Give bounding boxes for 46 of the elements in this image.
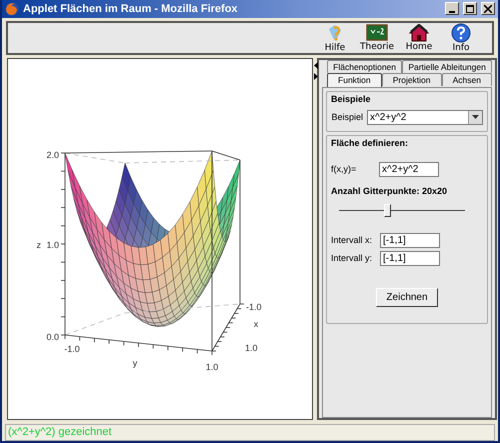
grid-points-slider[interactable] (339, 204, 465, 217)
field-label: Intervall y: (331, 252, 372, 264)
axis-label: x (254, 318, 258, 329)
axis-label: y (132, 358, 138, 368)
group-title: Beispiele (331, 94, 372, 104)
axis-tick-label: 1.0 (245, 342, 258, 353)
status-text: (x^2+y^2) gezeichnet (8, 426, 112, 438)
tab[interactable]: Flächenoptionen (327, 60, 402, 73)
axis-tick-label: 1.0 (206, 362, 218, 372)
interval-input[interactable]: [-1,1] (380, 232, 440, 248)
chalkboard-icon (366, 24, 388, 42)
minimize-icon (449, 10, 455, 13)
window-title: Applet Flächen im Raum - Mozilla Firefox (23, 2, 239, 15)
axis-tick-label: 1.0 (46, 240, 59, 250)
dropdown-arrow-icon (472, 115, 479, 120)
interval-input[interactable]: [-1,1] (380, 250, 440, 266)
info-question-icon (451, 22, 471, 43)
toolbar-button[interactable]: Info (444, 22, 478, 53)
tab[interactable]: Funktion (327, 72, 382, 87)
slider-thumb[interactable] (384, 204, 391, 217)
function-input[interactable]: x^2+y^2 (379, 162, 439, 177)
tab[interactable]: Projektion (382, 72, 442, 86)
group-title: Fläche definieren: (331, 138, 410, 148)
draw-button[interactable]: Zeichnen (376, 288, 438, 307)
firefox-icon (5, 2, 19, 16)
field-label: Beispiel (331, 111, 363, 124)
axis-tick-label: -1.0 (64, 344, 80, 354)
axis-tick-label: 2.0 (46, 150, 59, 160)
toolbar-button[interactable]: Hilfe (318, 22, 352, 53)
minimize-button[interactable] (445, 2, 459, 16)
tab[interactable]: Partielle Ableitungen (402, 60, 492, 73)
toolbar-button[interactable]: Theorie (360, 24, 394, 52)
tab[interactable]: Achsen (442, 72, 492, 86)
field-label: f(x,y)= (331, 163, 358, 176)
close-icon (484, 4, 492, 13)
axis-label: z (36, 240, 41, 250)
axis-tick-label: -1.0 (246, 302, 262, 312)
house-icon (409, 24, 429, 42)
grid-points-label: Anzahl Gitterpunkte: 20x20 (331, 186, 448, 196)
toolbar-button[interactable]: Home (402, 24, 436, 52)
close-button[interactable] (481, 2, 495, 16)
maximize-button[interactable] (463, 2, 477, 16)
example-dropdown[interactable]: x^2+y^2 (367, 110, 483, 125)
maximize-icon (466, 4, 474, 13)
axis-tick-label: 0.0 (46, 332, 59, 342)
field-label: Intervall x: (331, 234, 372, 246)
